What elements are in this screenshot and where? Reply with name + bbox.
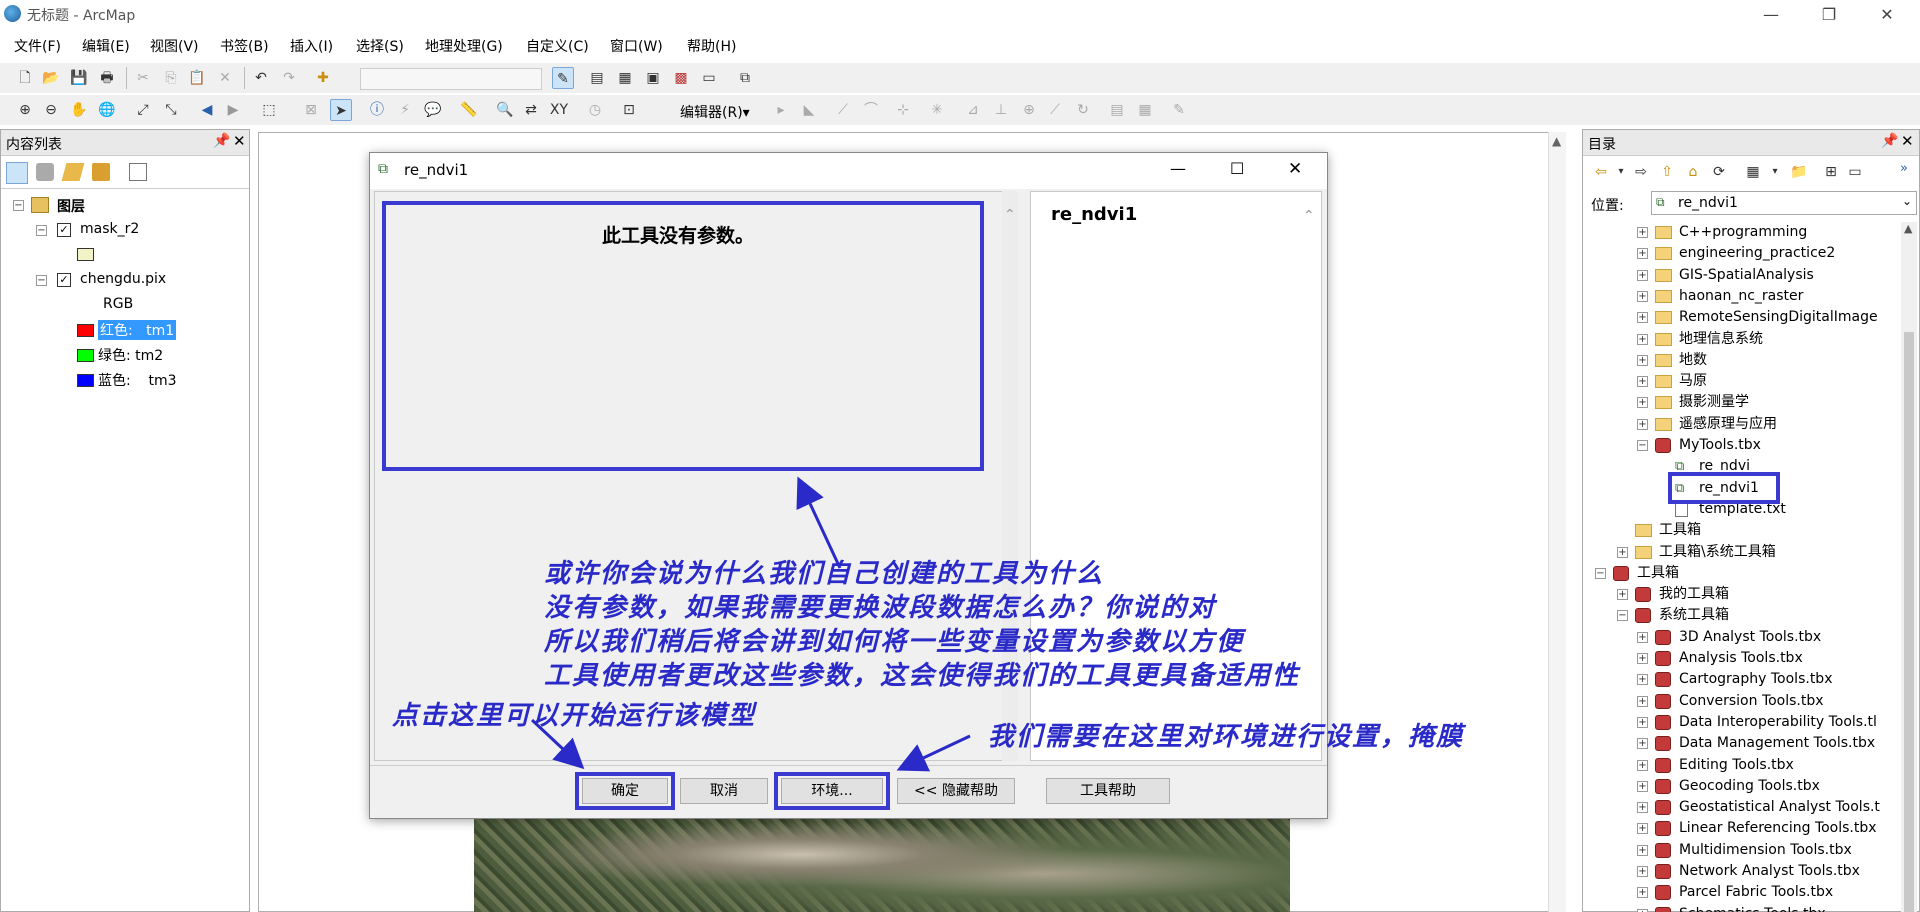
annotation-line-2: 没有参数，如果我需要更换波段数据怎么办？你说的对 (544, 593, 1217, 623)
annotation-env-hint: 我们需要在这里对环境进行设置，掩膜 (988, 722, 1465, 752)
annotation-line-4: 工具使用者更改这些参数，这会使得我们的工具更具备适用性 (544, 661, 1301, 691)
annotation-run-hint: 点击这里可以开始运行该模型 (392, 701, 757, 731)
annotation-arrows (530, 476, 971, 772)
annotation-line-1: 或许你会说为什么我们自己创建的工具为什么 (544, 559, 1105, 589)
arrow-to-environments (896, 734, 971, 772)
annotation-line-3: 所以我们稍后将会讲到如何将一些变量设置为参数以方便 (544, 627, 1245, 657)
